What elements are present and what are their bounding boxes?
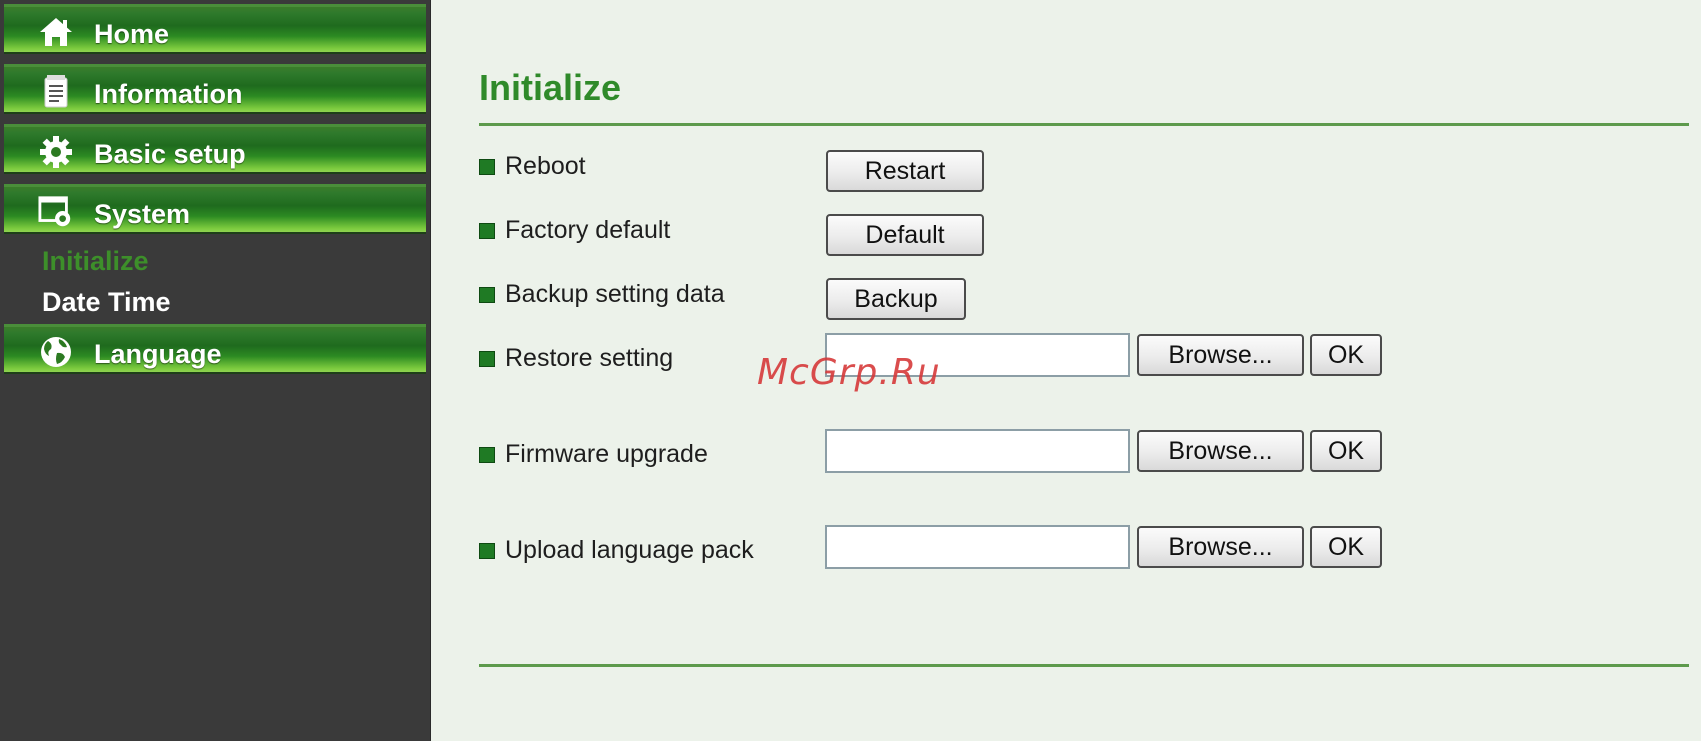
bullet-icon — [479, 350, 495, 367]
page-title: Initialize — [479, 67, 622, 108]
title-divider — [479, 123, 1689, 126]
row-label-text: Reboot — [505, 152, 586, 180]
row-label-reboot: Reboot — [479, 152, 586, 181]
nav-item-language[interactable]: Language — [4, 324, 426, 374]
nav-item-system[interactable]: System — [4, 184, 426, 234]
language-pack-ok-button[interactable]: OK — [1310, 526, 1382, 568]
nav-item-label: Basic setup — [94, 139, 246, 169]
gear-icon — [38, 135, 74, 169]
globe-icon — [38, 335, 74, 369]
row-label-text: Factory default — [505, 216, 671, 244]
row-label-text: Firmware upgrade — [505, 440, 708, 468]
subnav-item-date-time[interactable]: Date Time — [42, 287, 171, 318]
watermark: McGrp.Ru — [757, 352, 941, 393]
row-label-upload-language-pack: Upload language pack — [479, 536, 754, 565]
system-settings-icon — [38, 195, 74, 229]
document-icon — [38, 75, 74, 109]
home-icon — [38, 15, 74, 49]
subnav-item-initialize[interactable]: Initialize — [42, 246, 149, 277]
bullet-icon — [479, 158, 495, 175]
bottom-divider — [479, 664, 1689, 667]
row-label-firmware-upgrade: Firmware upgrade — [479, 440, 708, 469]
nav-item-information[interactable]: Information — [4, 64, 426, 114]
row-label-factory-default: Factory default — [479, 216, 670, 245]
nav-item-label: System — [94, 199, 191, 229]
firmware-ok-button[interactable]: OK — [1310, 430, 1382, 472]
row-label-backup-setting-data: Backup setting data — [479, 280, 725, 309]
sidebar: Home Information Basic setup System Init… — [0, 0, 431, 741]
bullet-icon — [479, 286, 495, 303]
nav-item-label: Home — [94, 19, 170, 49]
row-label-restore-setting: Restore setting — [479, 344, 673, 373]
restore-ok-button[interactable]: OK — [1310, 334, 1382, 376]
language-pack-file-input[interactable] — [825, 525, 1130, 569]
backup-button[interactable]: Backup — [826, 278, 966, 320]
bullet-icon — [479, 542, 495, 559]
nav-item-label: Information — [94, 79, 243, 109]
nav-item-home[interactable]: Home — [4, 4, 426, 54]
row-label-text: Upload language pack — [505, 536, 754, 564]
default-button[interactable]: Default — [826, 214, 984, 256]
restart-button[interactable]: Restart — [826, 150, 984, 192]
bullet-icon — [479, 222, 495, 239]
bullet-icon — [479, 446, 495, 463]
nav-item-basic-setup[interactable]: Basic setup — [4, 124, 426, 174]
row-label-text: Backup setting data — [505, 280, 725, 308]
nav-item-label: Language — [94, 339, 222, 369]
row-label-text: Restore setting — [505, 344, 674, 372]
firmware-file-input[interactable] — [825, 429, 1130, 473]
restore-browse-button[interactable]: Browse... — [1137, 334, 1304, 376]
language-pack-browse-button[interactable]: Browse... — [1137, 526, 1304, 568]
firmware-browse-button[interactable]: Browse... — [1137, 430, 1304, 472]
